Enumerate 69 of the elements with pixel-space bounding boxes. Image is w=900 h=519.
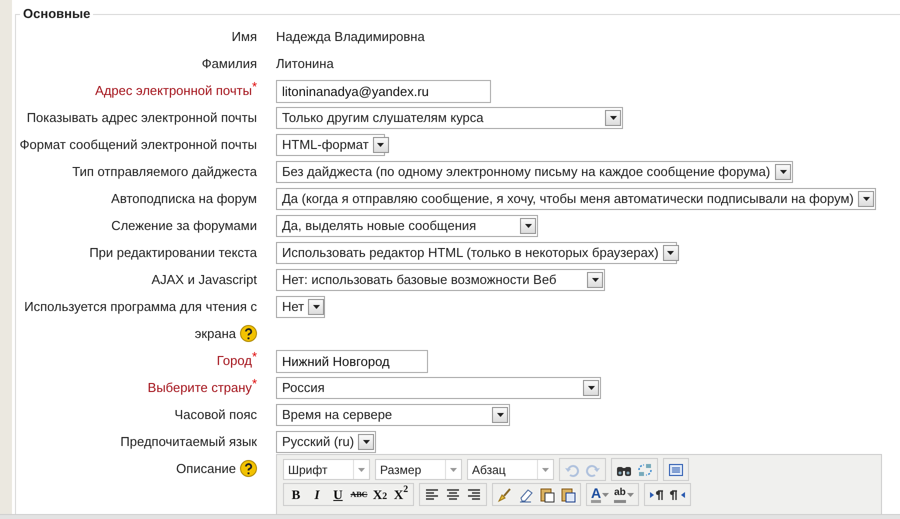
eraser-icon [518,486,534,502]
select-field[interactable]: Только другим слушателям курса [276,107,623,129]
field-label: При редактировании текста [89,244,257,262]
field-label: Фамилия [202,55,257,73]
field-value: Надежда Владимировна [276,28,425,46]
select-field[interactable]: Да, выделять новые сообщения [276,215,538,237]
field-label: Описание [176,460,236,478]
caret-icon [608,115,618,121]
replace-icon [637,462,653,478]
caret-icon [586,385,596,391]
caret-icon [312,304,321,310]
superscript-button[interactable]: X$^{2}$ [391,484,411,504]
caret-icon [362,439,371,445]
field-label: Тип отправляемого дайджеста [72,163,257,181]
italic-button[interactable]: I [307,484,327,504]
caret-icon [450,468,457,472]
text-field[interactable]: litoninanadya@yandex.ru [276,80,491,103]
source-icon [668,462,684,478]
field-label: Формат сообщений электронной почты [20,136,257,154]
help-icon[interactable] [240,460,257,477]
field-label: Автоподписка на форум [111,190,257,208]
text-color-button[interactable]: A [589,484,612,504]
select-field[interactable]: Русский (ru) [276,431,376,453]
field-label: Имя [232,28,257,46]
caret-icon [496,412,504,418]
underline-button[interactable]: U [328,484,348,504]
field-label: экрана [194,325,236,343]
help-icon[interactable] [240,325,257,342]
field-label: Часовой пояс [174,406,257,424]
paste-word-icon [560,486,576,502]
bold-button[interactable]: B [286,484,306,504]
subscript-button[interactable]: X$_{2}$ [370,484,390,504]
field-value: Литонина [276,55,334,73]
select-field[interactable]: Без дайджеста (по одному электронному письму на каждое сообщение форума) [276,161,793,183]
caret-icon [778,169,788,175]
toolbar-dropdown[interactable]: Шрифт [283,459,370,480]
select-field[interactable]: Время на сервере [276,404,510,426]
caret-icon [862,196,870,202]
field-label: Используется программа для чтения с [24,298,257,316]
caret-icon [376,142,386,148]
text-field[interactable]: Нижний Новгород [276,350,428,373]
highlight-button[interactable]: ab [612,484,636,504]
select-field[interactable]: Нет: использовать базовые возможности Веб [276,269,605,291]
field-label: Слежение за форумами [111,217,257,235]
align-right-icon [466,486,482,502]
caret-icon [666,250,676,256]
select-field[interactable]: Нет [276,296,325,318]
caret-icon [542,468,549,472]
toolbar-dropdown[interactable]: Абзац [467,459,554,480]
toolbar-dropdown[interactable]: Размер [375,459,462,480]
caret-icon [358,468,365,472]
caret-icon [590,277,600,283]
select-field[interactable]: Использовать редактор HTML (только в некоторых браузерах) [276,242,677,264]
field-label: Показывать адрес электронной почты [26,109,257,127]
field-label: Выберите страну* [148,375,257,397]
select-field[interactable]: Россия [276,377,601,399]
brush-icon [497,486,513,502]
field-label: AJAX и Javascript [151,271,257,289]
field-label: Предпочитаемый язык [120,433,257,451]
strikethrough-button[interactable]: ABC [349,484,369,504]
caret-icon [602,492,610,496]
align-left-icon [424,486,440,502]
field-label: Город* [216,348,257,370]
align-center-icon [445,486,461,502]
caret-icon [626,492,634,496]
caret-icon [524,223,532,229]
select-field[interactable]: Да (когда я отправляю сообщение, я хочу, чтобы меня автоматически подписывали на форум) [276,188,876,210]
paste-text-icon [539,486,555,502]
field-label: Адрес электронной почты* [95,78,257,100]
